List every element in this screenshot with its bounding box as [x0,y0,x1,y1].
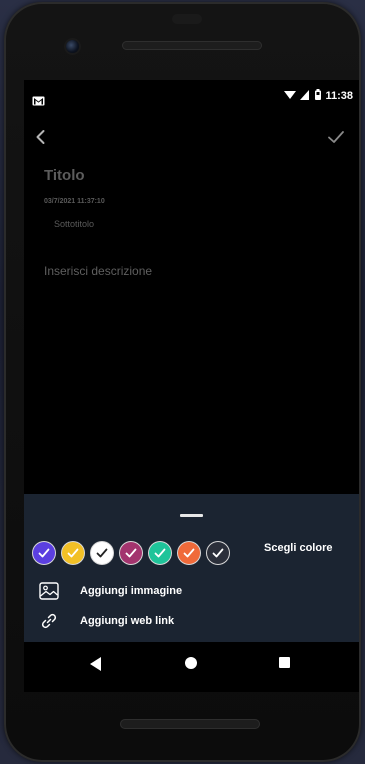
add-web-link-button[interactable]: Aggiungi web link [38,610,174,632]
color-swatch-dark[interactable] [207,542,229,564]
nav-recents-button[interactable] [279,657,290,668]
link-icon [38,610,60,632]
color-swatch-yellow[interactable] [62,542,84,564]
bottom-speaker [120,719,260,729]
signal-icon [300,89,310,103]
check-icon [96,548,108,558]
add-image-label: Aggiungi immagine [80,585,183,597]
color-swatch-orange[interactable] [178,542,200,564]
note-subtitle-input[interactable]: Sottotitolo [54,219,94,229]
system-nav-bar [24,642,359,692]
gmail-icon [32,91,45,110]
back-button[interactable] [30,126,52,148]
add-web-link-label: Aggiungi web link [80,615,175,627]
check-icon [38,548,50,558]
color-swatch-purple[interactable] [33,542,55,564]
check-icon [125,548,137,558]
check-icon [67,548,79,558]
screen: 11:38 Titolo 03/7/2021 11:37:10 Sottotit… [24,80,359,692]
battery-icon [315,89,322,103]
add-image-button[interactable]: Aggiungi immagine [38,580,182,602]
check-icon [328,131,344,143]
status-bar: 11:38 [24,80,359,114]
sheet-drag-handle[interactable] [180,514,203,517]
clock: 11:38 [325,90,353,102]
color-swatch-white[interactable] [91,542,113,564]
top-notch [172,14,202,24]
chevron-left-icon [36,130,45,144]
check-icon [183,548,195,558]
note-description-input[interactable]: Inserisci descrizione [44,264,152,278]
nav-back-button[interactable] [90,656,102,675]
check-icon [154,548,166,558]
wifi-icon [284,90,297,103]
note-title-input[interactable]: Titolo [44,167,85,184]
front-camera [66,40,79,53]
options-bottom-sheet: Scegli colore Aggiungi immagine Aggiungi… [24,494,359,642]
color-swatches [33,542,229,564]
status-icons: 11:38 [284,89,353,103]
earpiece-speaker [122,41,262,50]
image-icon [38,580,60,602]
check-icon [212,548,224,558]
choose-color-label: Scegli colore [264,542,333,554]
phone-frame: 11:38 Titolo 03/7/2021 11:37:10 Sottotit… [4,2,361,762]
nav-back-icon [90,657,101,671]
color-swatch-teal[interactable] [149,542,171,564]
color-swatch-magenta[interactable] [120,542,142,564]
save-note-button[interactable] [325,126,347,148]
note-timestamp: 03/7/2021 11:37:10 [44,198,105,205]
nav-home-button[interactable] [185,657,197,669]
